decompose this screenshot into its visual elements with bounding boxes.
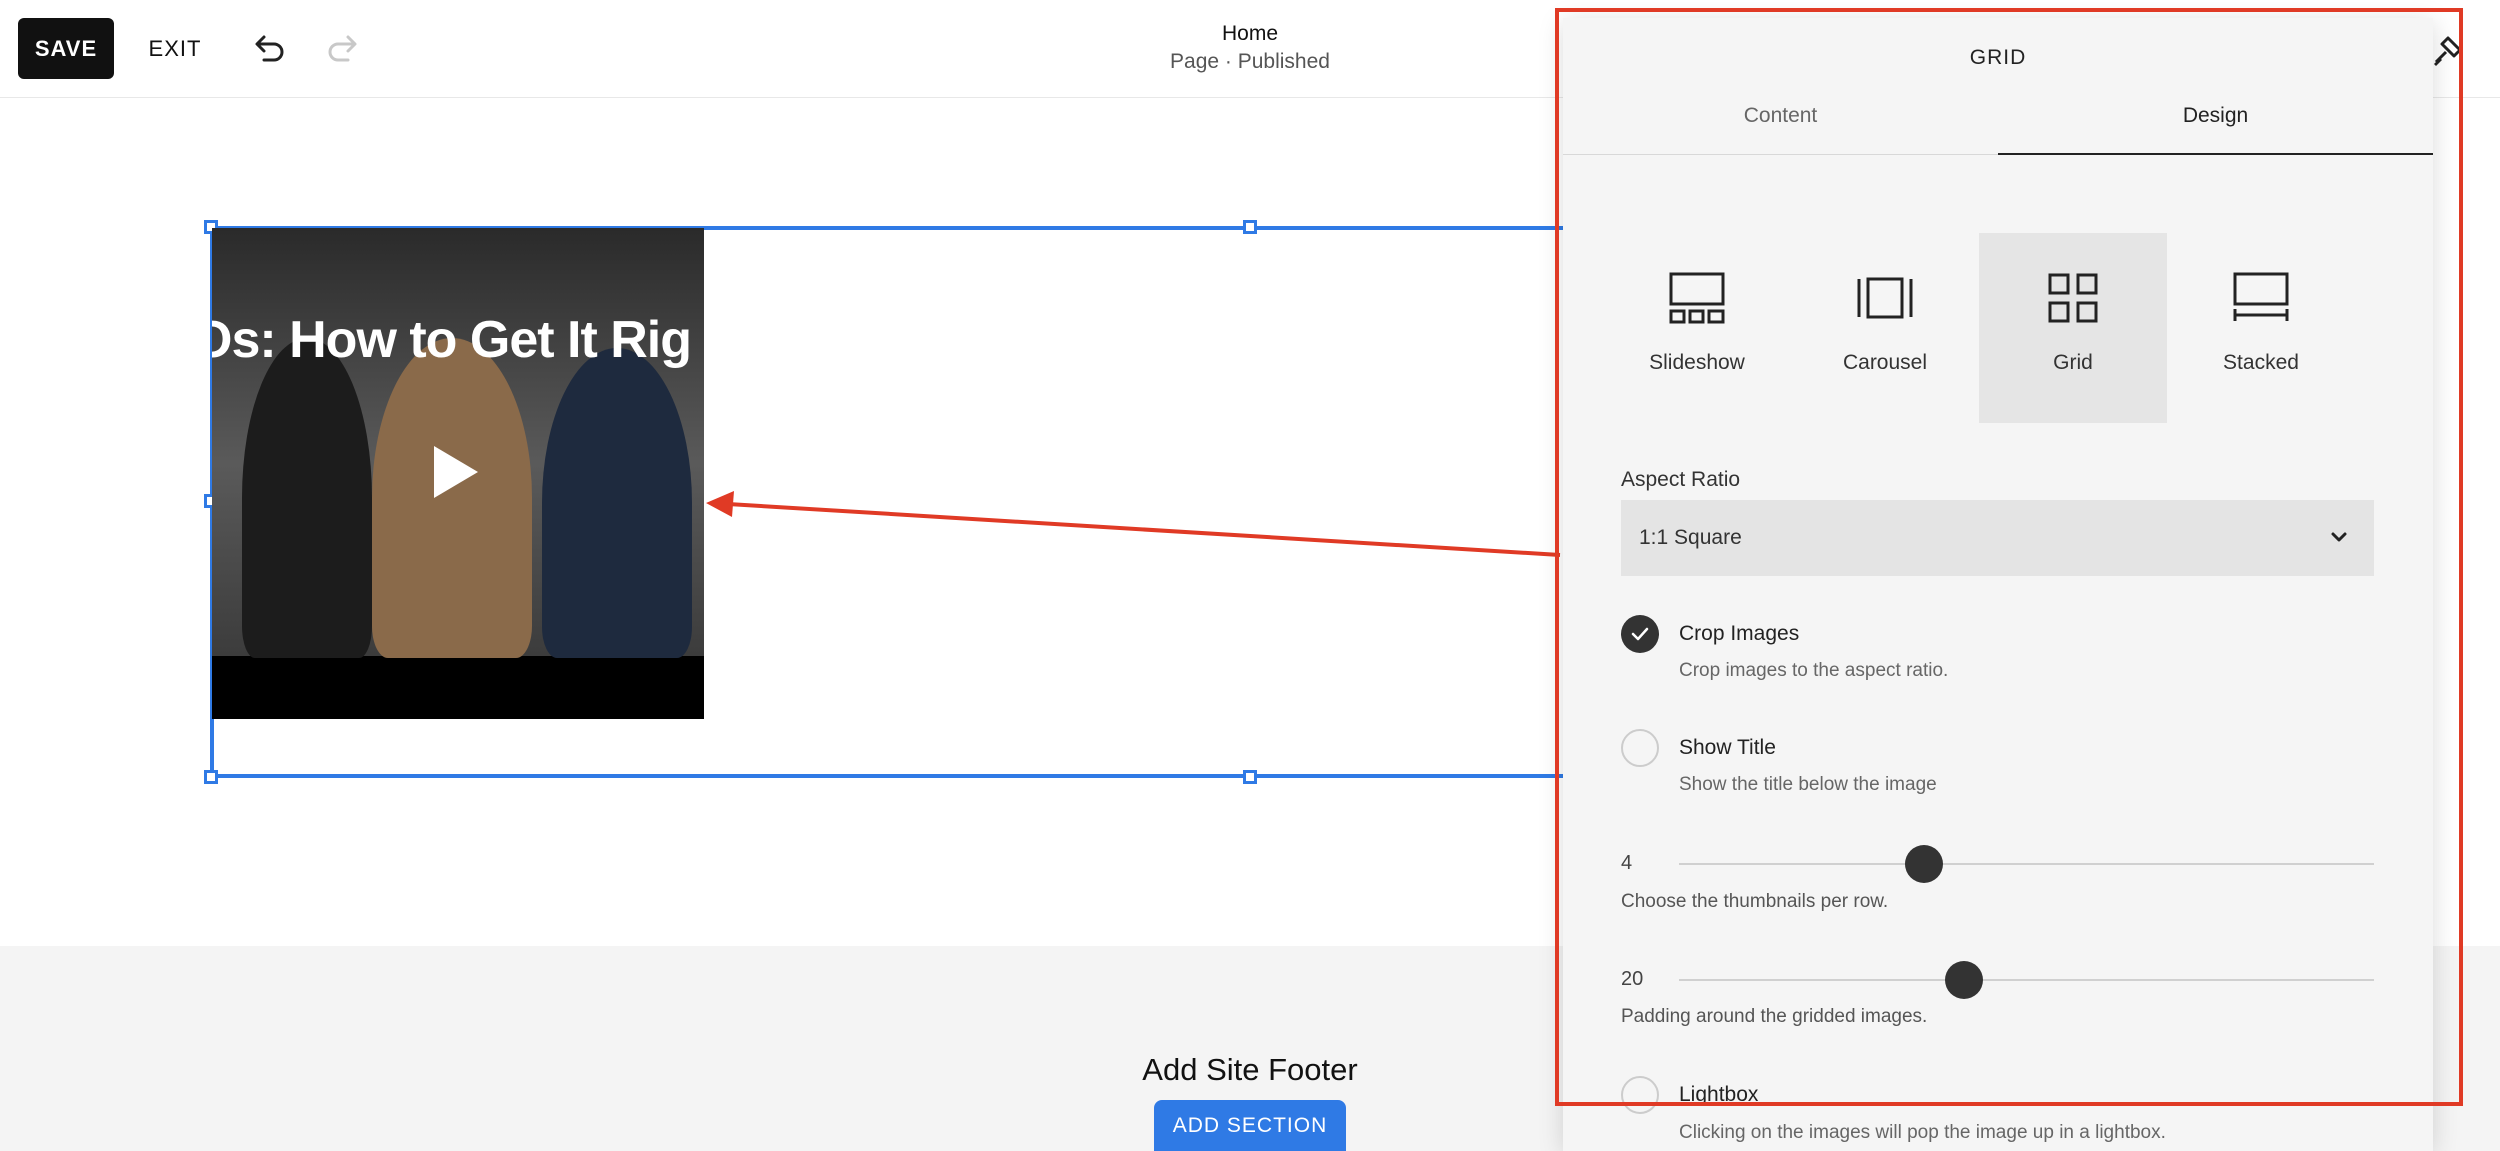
- person-center: [372, 338, 532, 658]
- checkmark-icon: [1631, 627, 1649, 641]
- lightbox-checkbox[interactable]: [1621, 1076, 1659, 1114]
- layout-option-slideshow[interactable]: Slideshow: [1603, 233, 1791, 423]
- padding-description: Padding around the gridded images.: [1621, 1006, 1928, 1027]
- padding-knob[interactable]: [1944, 961, 1983, 999]
- layout-label-slideshow: Slideshow: [1649, 351, 1745, 374]
- thumbnails-per-row-slider[interactable]: [1679, 863, 2374, 865]
- layout-option-grid[interactable]: Grid: [1979, 233, 2167, 423]
- slideshow-icon: [1669, 272, 1725, 324]
- lightbox-title: Lightbox: [1679, 1083, 1759, 1106]
- thumbnail-headline: Os: How to Get It Rig: [212, 311, 692, 369]
- footer-title: Add Site Footer: [1142, 1052, 1358, 1087]
- show-title-checkbox[interactable]: [1621, 729, 1659, 767]
- layout-label-grid: Grid: [2053, 351, 2093, 374]
- layout-option-stacked[interactable]: Stacked: [2167, 233, 2355, 423]
- layout-option-carousel[interactable]: Carousel: [1791, 233, 1979, 423]
- redo-icon[interactable]: [324, 28, 364, 68]
- resize-handle[interactable]: [204, 770, 218, 784]
- paintbrush-icon[interactable]: [2428, 30, 2468, 70]
- save-button[interactable]: SAVE: [18, 18, 114, 79]
- stacked-icon: [2233, 272, 2289, 321]
- person-left: [242, 338, 372, 658]
- thumbnails-per-row-knob[interactable]: [1904, 845, 1943, 883]
- active-tab-indicator: [1998, 153, 2433, 155]
- show-title-title: Show Title: [1679, 736, 1776, 759]
- crop-images-title: Crop Images: [1679, 622, 1800, 645]
- crop-images-checkbox[interactable]: [1621, 615, 1659, 653]
- aspect-ratio-label: Aspect Ratio: [1621, 468, 1741, 491]
- thumbnails-per-row-description: Choose the thumbnails per row.: [1621, 891, 1889, 912]
- person-right: [542, 348, 692, 658]
- chevron-down-icon: [2331, 532, 2347, 542]
- padding-slider[interactable]: [1679, 979, 2374, 981]
- undo-icon[interactable]: [248, 28, 288, 68]
- page-status: Page · Published: [1170, 50, 1330, 73]
- page-title[interactable]: Home: [1150, 22, 1350, 46]
- video-thumbnail[interactable]: Os: How to Get It Rig: [212, 228, 704, 719]
- thumbnails-per-row-value: 4: [1621, 852, 1633, 874]
- tab-design[interactable]: Design: [1998, 104, 2433, 154]
- crop-images-description: Crop images to the aspect ratio.: [1679, 660, 1949, 681]
- layout-label-carousel: Carousel: [1842, 351, 1928, 374]
- play-icon[interactable]: [434, 446, 478, 498]
- carousel-icon: [1857, 277, 1913, 319]
- resize-handle[interactable]: [1243, 220, 1257, 234]
- aspect-ratio-value: 1:1 Square: [1639, 526, 1742, 549]
- layout-label-stacked: Stacked: [2223, 351, 2299, 374]
- panel-title: GRID: [1969, 46, 2027, 69]
- thumbnail-image: Os: How to Get It Rig: [212, 228, 704, 658]
- add-section-button[interactable]: ADD SECTION: [1154, 1100, 1346, 1151]
- grid-settings-panel: GRID Content Design Slideshow Carousel G…: [1563, 18, 2433, 1151]
- padding-value: 20: [1621, 968, 1644, 990]
- show-title-description: Show the title below the image: [1679, 774, 1937, 795]
- aspect-ratio-select[interactable]: 1:1 Square: [1621, 500, 2374, 576]
- resize-handle[interactable]: [1243, 770, 1257, 784]
- tab-content[interactable]: Content: [1563, 104, 1998, 154]
- grid-icon: [2048, 273, 2098, 323]
- exit-button[interactable]: EXIT: [140, 18, 210, 79]
- lightbox-description: Clicking on the images will pop the imag…: [1679, 1122, 2166, 1143]
